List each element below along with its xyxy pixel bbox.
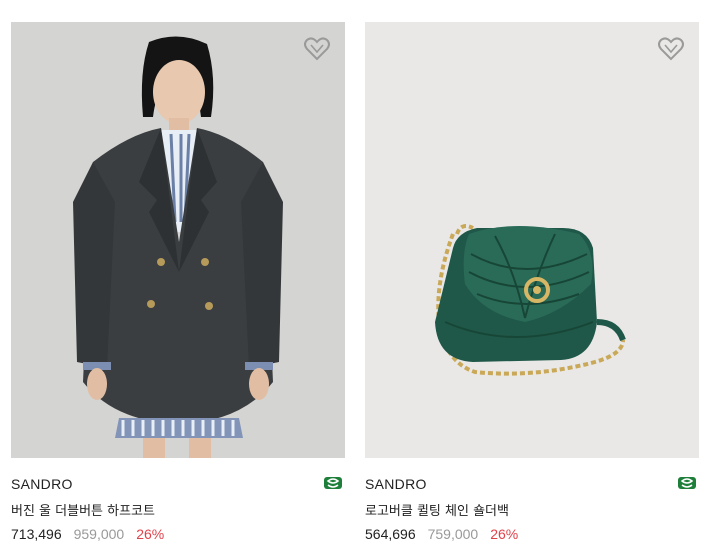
original-price: 759,000: [427, 526, 479, 542]
sale-price: 564,696: [365, 526, 416, 542]
original-price: 959,000: [73, 526, 125, 542]
green-square-logo-icon: [678, 477, 696, 489]
model-wearing-coat-image: [73, 36, 283, 458]
brand-name[interactable]: SANDRO: [11, 476, 73, 492]
brand-row: SANDRO: [11, 476, 345, 494]
green-square-logo-icon: [324, 477, 342, 489]
brand-row: SANDRO: [365, 476, 699, 494]
heart-outline-icon[interactable]: [657, 36, 685, 62]
sale-price: 713,496: [11, 526, 62, 542]
product-image[interactable]: [365, 22, 699, 458]
heart-outline-icon[interactable]: [303, 36, 331, 62]
green-quilted-bag-image: [435, 224, 626, 376]
discount-rate: 26%: [136, 526, 165, 542]
product-grid: SANDRO 버진 울 더블버튼 하프코트 713,496 959,000 26%: [0, 0, 711, 550]
product-image[interactable]: [11, 22, 345, 458]
discount-rate: 26%: [490, 526, 519, 542]
product-card[interactable]: SANDRO 버진 울 더블버튼 하프코트 713,496 959,000 26%: [11, 22, 345, 542]
brand-name[interactable]: SANDRO: [365, 476, 427, 492]
product-name[interactable]: 버진 울 더블버튼 하프코트: [11, 500, 345, 519]
product-card[interactable]: SANDRO 로고버클 퀼팅 체인 숄더백 564,696 759,000 26%: [365, 22, 699, 542]
price-row: 713,496 959,000 26%: [11, 526, 345, 542]
price-row: 564,696 759,000 26%: [365, 526, 699, 542]
product-name[interactable]: 로고버클 퀼팅 체인 숄더백: [365, 500, 699, 519]
